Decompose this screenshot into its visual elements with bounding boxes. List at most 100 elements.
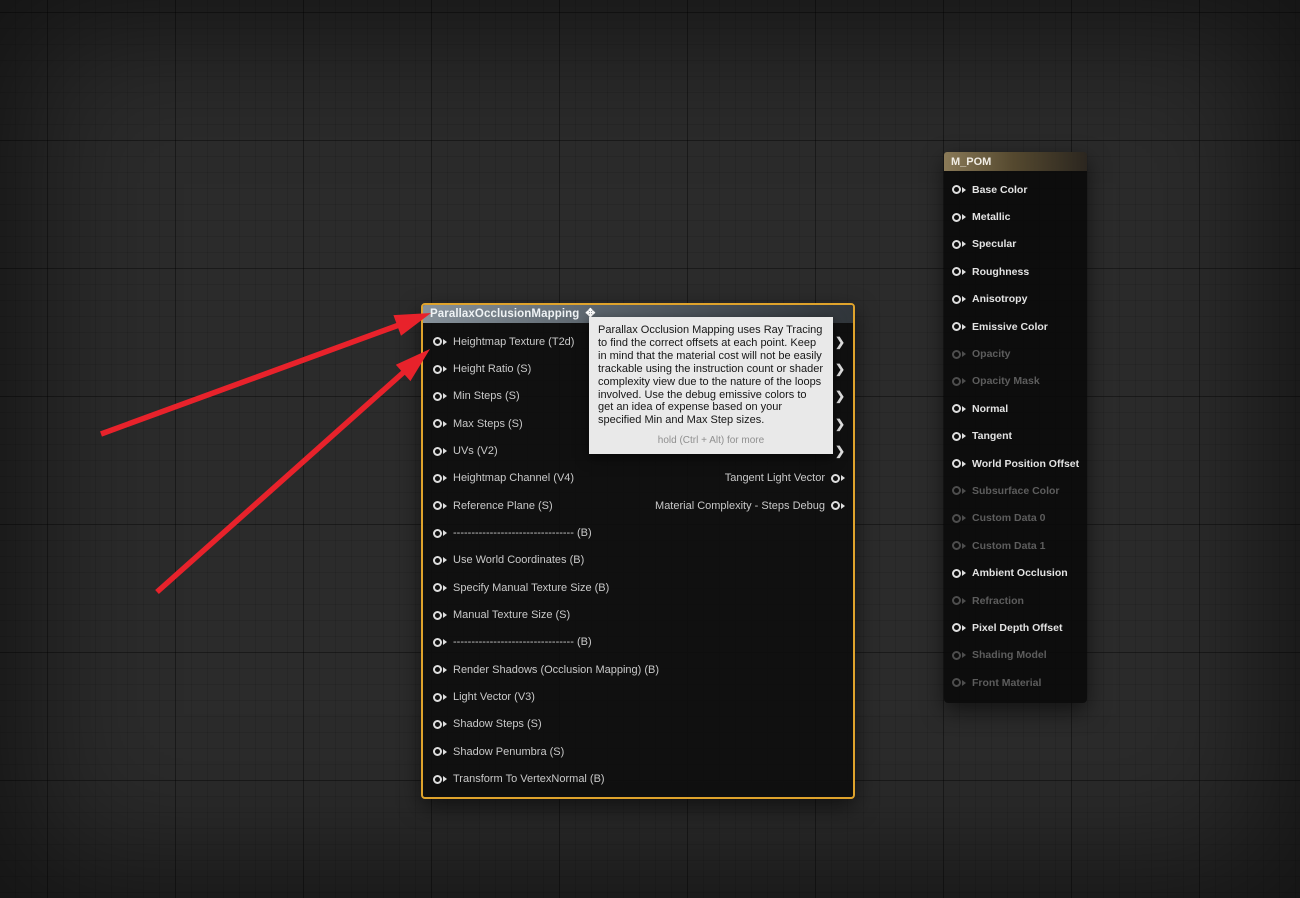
pin-circle [952, 267, 961, 277]
red-arrow-heightmap-pin [155, 349, 430, 595]
input-pin-row: Render Shadows (Occlusion Mapping) (B) [423, 656, 853, 683]
output-pin-icon[interactable] [831, 501, 845, 511]
pin-circle [433, 446, 442, 456]
material-pin-icon[interactable] [952, 596, 966, 606]
pin-arrow [962, 323, 966, 330]
material-pin-icon[interactable] [952, 678, 966, 688]
input-pin-icon[interactable] [433, 391, 447, 401]
input-pin-icon[interactable] [433, 528, 447, 538]
input-pin-icon[interactable] [433, 473, 447, 483]
input-pin-icon[interactable] [433, 665, 447, 675]
output-pin-icon[interactable] [831, 473, 845, 483]
material-pin-row: Shading Model [944, 642, 1087, 669]
pin-circle [433, 583, 442, 593]
pin-arrow [962, 624, 966, 631]
pin-circle [952, 596, 961, 606]
output-pin-icon[interactable]: ❯ [835, 445, 845, 457]
pin-circle [433, 610, 442, 620]
material-pin-icon[interactable] [952, 239, 966, 249]
input-pin-icon[interactable] [433, 719, 447, 729]
material-pin-icon[interactable] [952, 486, 966, 496]
pin-arrow [962, 570, 966, 577]
material-pin-icon[interactable] [952, 322, 966, 332]
material-pin-icon[interactable] [952, 404, 966, 414]
material-pin-icon[interactable] [952, 650, 966, 660]
material-pin-row: Opacity Mask [944, 368, 1087, 395]
material-pin-row: World Position Offset [944, 450, 1087, 477]
pin-circle [952, 239, 961, 249]
pin-arrow [962, 186, 966, 193]
input-pin-icon[interactable] [433, 692, 447, 702]
output-pin-icon[interactable]: ❯ [835, 336, 845, 348]
material-pin-icon[interactable] [952, 459, 966, 469]
pin-circle [433, 692, 442, 702]
material-pin-icon[interactable] [952, 431, 966, 441]
input-pin-icon[interactable] [433, 637, 447, 647]
material-pin-row: Front Material [944, 669, 1087, 696]
material-graph-canvas[interactable]: ParallaxOcclusionMapping ✥ Heightmap Tex… [0, 0, 1300, 898]
pin-circle [952, 431, 961, 441]
pin-arrow [443, 393, 447, 400]
tooltip-hint: hold (Ctrl + Alt) for more [657, 435, 765, 447]
pin-circle [433, 419, 442, 429]
input-pin-label: Render Shadows (Occlusion Mapping) (B) [453, 663, 660, 676]
material-pin-label: Opacity [972, 348, 1011, 361]
input-pin-label: Heightmap Channel (V4) [453, 472, 575, 485]
pin-arrow [443, 694, 447, 701]
input-pin-label: Shadow Penumbra (S) [453, 745, 565, 758]
pin-arrow [962, 679, 966, 686]
material-pin-icon[interactable] [952, 185, 966, 195]
input-pin-icon[interactable] [433, 583, 447, 593]
input-pin-icon[interactable] [433, 501, 447, 511]
output-pin-row: Tangent Light Vector [586, 465, 853, 492]
input-pin-row: Use World Coordinates (B) [423, 547, 853, 574]
material-result-node[interactable]: M_POM Base Color Metallic Specular Rough… [944, 152, 1087, 704]
input-pin-row: Manual Texture Size (S) [423, 601, 853, 628]
node-tooltip: Parallax Occlusion Mapping uses Ray Trac… [589, 317, 833, 455]
material-pin-icon[interactable] [952, 541, 966, 551]
pin-circle [952, 513, 961, 523]
pin-arrow [443, 366, 447, 373]
input-pin-label: Transform To VertexNormal (B) [453, 773, 605, 786]
red-arrow-title [100, 313, 431, 437]
material-pin-icon[interactable] [952, 294, 966, 304]
material-pin-icon[interactable] [952, 349, 966, 359]
material-pin-row: Anisotropy [944, 286, 1087, 313]
material-pin-label: Tangent [972, 430, 1013, 443]
material-pin-label: Ambient Occlusion [972, 567, 1068, 580]
output-pin-icon[interactable]: ❯ [835, 418, 845, 430]
input-pin-icon[interactable] [433, 446, 447, 456]
material-pin-icon[interactable] [952, 212, 966, 222]
material-pin-icon[interactable] [952, 513, 966, 523]
pin-circle [952, 294, 961, 304]
input-pin-icon[interactable] [433, 419, 447, 429]
output-pin-icon[interactable]: ❯ [835, 390, 845, 402]
input-pin-icon[interactable] [433, 337, 447, 347]
input-pin-icon[interactable] [433, 774, 447, 784]
output-pin-icon[interactable]: ❯ [835, 363, 845, 375]
input-pin-icon[interactable] [433, 747, 447, 757]
material-pin-label: Pixel Depth Offset [972, 621, 1063, 634]
material-pin-row: Subsurface Color [944, 477, 1087, 504]
pin-circle [952, 376, 961, 386]
material-pin-row: Tangent [944, 423, 1087, 450]
pin-circle [433, 337, 442, 347]
pin-circle [952, 322, 961, 332]
input-pin-icon[interactable] [433, 555, 447, 565]
material-pin-icon[interactable] [952, 623, 966, 633]
material-node-pins: Base Color Metallic Specular Roughness A… [944, 171, 1087, 703]
material-pin-label: Refraction [972, 594, 1024, 607]
input-pin-icon[interactable] [433, 610, 447, 620]
material-pin-row: Ambient Occlusion [944, 559, 1087, 586]
material-pin-label: Custom Data 0 [972, 512, 1046, 525]
material-pin-icon[interactable] [952, 376, 966, 386]
material-pin-row: Roughness [944, 258, 1087, 285]
material-pin-row: Base Color [944, 176, 1087, 203]
input-pin-label: Reference Plane (S) [453, 499, 553, 512]
material-pin-label: Roughness [972, 265, 1030, 278]
input-pin-icon[interactable] [433, 364, 447, 374]
material-pin-icon[interactable] [952, 267, 966, 277]
pin-circle [433, 391, 442, 401]
material-node-title-bar[interactable]: M_POM [944, 152, 1087, 171]
material-pin-icon[interactable] [952, 568, 966, 578]
